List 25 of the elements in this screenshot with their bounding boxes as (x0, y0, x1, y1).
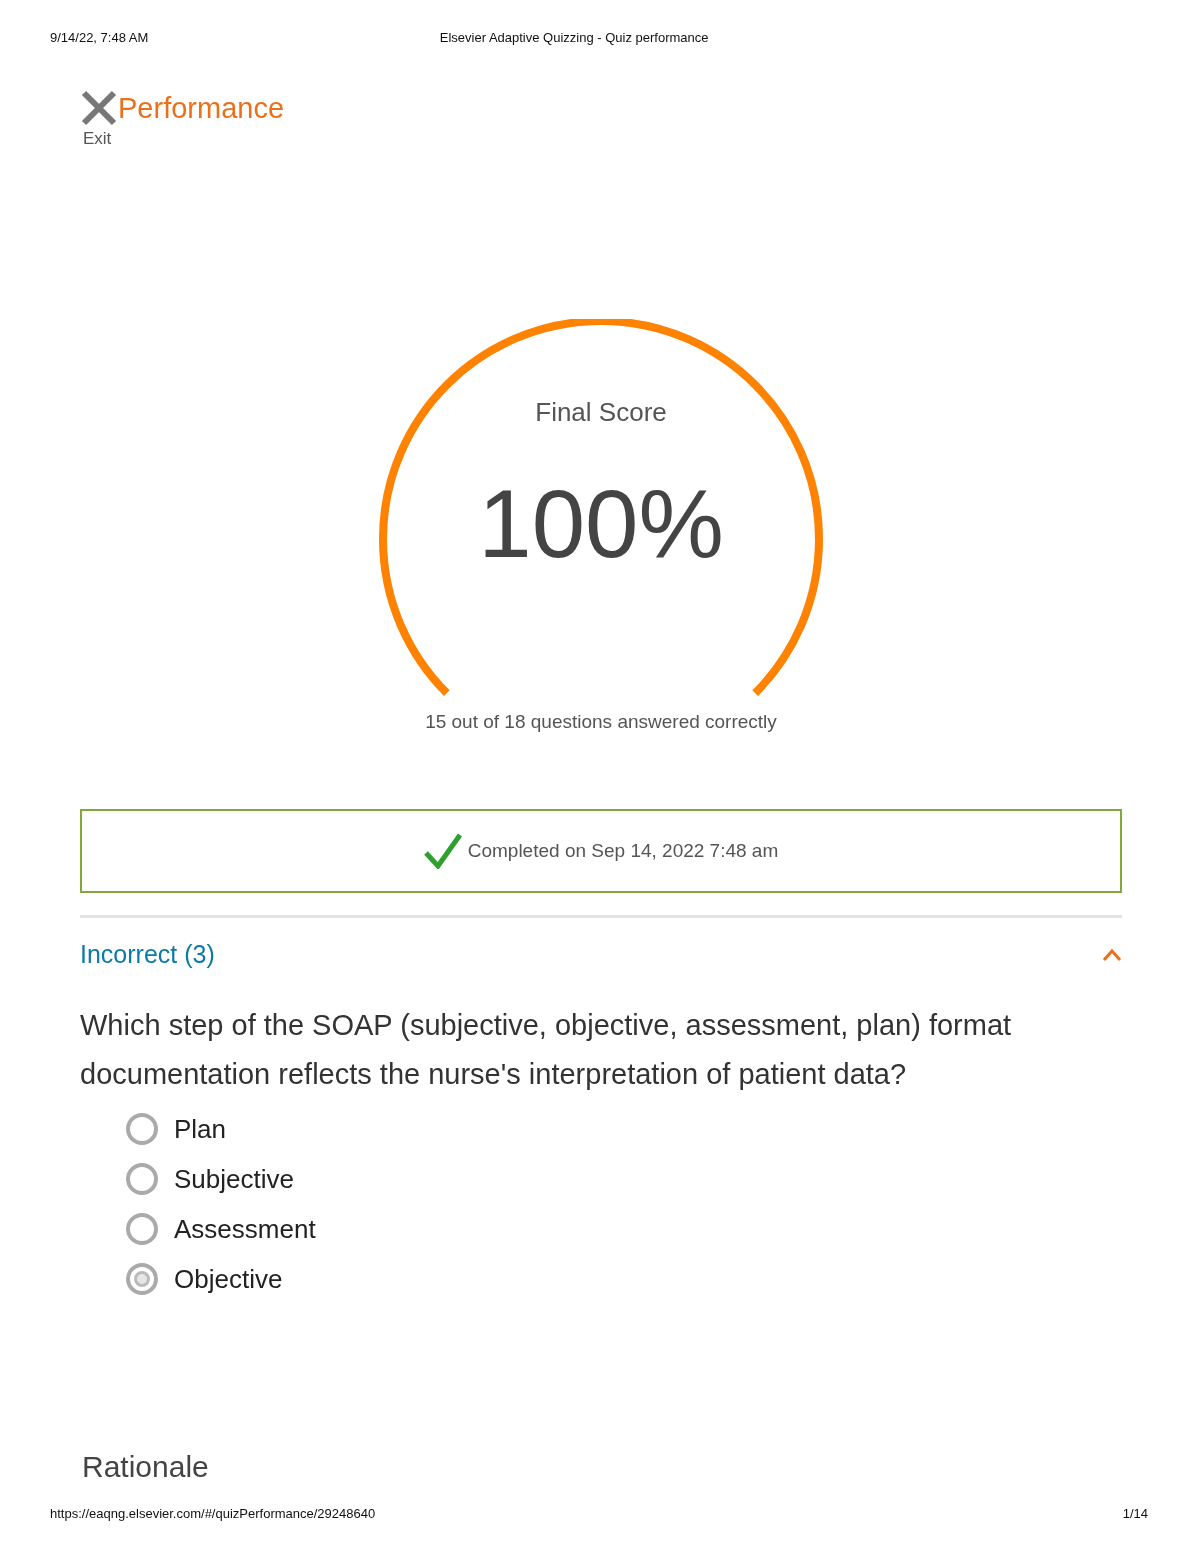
option-label: Assessment (174, 1213, 316, 1245)
option-label: Objective (174, 1263, 283, 1295)
option-label: Plan (174, 1113, 227, 1145)
print-page-title: Elsevier Adaptive Quizzing - Quiz performance (438, 30, 710, 45)
print-url: https://eaqng.elsevier.com/#/quizPerformance/29248640 (50, 1506, 376, 1521)
check-icon (423, 833, 462, 869)
score-value: 100% (478, 476, 724, 572)
rationale-heading: Rationale (82, 1450, 210, 1484)
completion-text: Completed on Sep 14, 2022 7:48 am (467, 840, 779, 862)
page-title: Performance (118, 91, 284, 125)
close-button[interactable] (80, 89, 118, 127)
option-label: Subjective (174, 1163, 294, 1195)
radio-button[interactable] (126, 1113, 158, 1145)
print-page-number: 1/14 (1122, 1506, 1148, 1521)
print-date: 9/14/22, 7:48 AM (50, 30, 149, 45)
radio-button[interactable] (126, 1263, 158, 1295)
question-text: Which step of the SOAP (subjective, objective, assessment, plan) format documentation reflects the nurse's interpretation of patient data? (80, 1008, 1013, 1092)
radio-button[interactable] (126, 1213, 158, 1245)
score-label: Final Score (535, 397, 667, 428)
score-summary: 15 out of 18 questions answered correctly (424, 711, 778, 733)
incorrect-section-header[interactable]: Incorrect (3) (80, 940, 1122, 969)
exit-label: Exit (83, 129, 112, 149)
radio-button[interactable] (126, 1163, 158, 1195)
close-icon (80, 89, 118, 127)
chevron-icon (1102, 947, 1122, 962)
